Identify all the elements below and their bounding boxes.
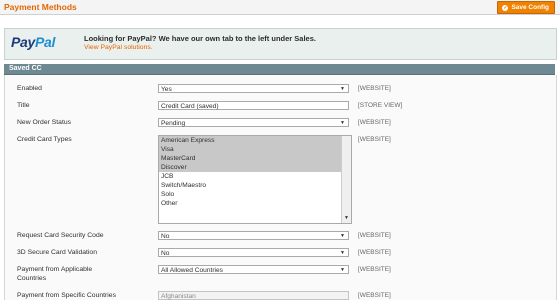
cc-type-option[interactable]: American Express: [159, 136, 342, 145]
cc-type-option[interactable]: Discover: [159, 163, 342, 172]
scroll-down-arrow-icon[interactable]: ▼: [343, 215, 350, 222]
cc-type-option[interactable]: MasterCard: [159, 154, 342, 163]
security-code-scope: [WEBSITE]: [358, 232, 391, 239]
applicable-countries-select[interactable]: All Allowed Countries: [158, 265, 349, 275]
title-input[interactable]: Credit Card (saved): [158, 101, 349, 110]
order-status-select[interactable]: Pending: [158, 118, 349, 128]
paypal-message: Looking for PayPal? We have our own tab …: [84, 34, 316, 43]
enabled-select[interactable]: Yes: [158, 84, 349, 94]
title-scope: [STORE VIEW]: [358, 102, 403, 109]
paypal-solutions-link[interactable]: View PayPal solutions.: [84, 44, 153, 51]
secure-3d-scope: [WEBSITE]: [358, 249, 391, 256]
specific-countries-multiselect[interactable]: Afghanistan: [158, 291, 349, 300]
paypal-logo: PayPal: [11, 34, 56, 50]
cc-type-option[interactable]: Switch/Maestro: [159, 181, 342, 190]
cc-type-option[interactable]: Other: [159, 199, 342, 208]
enabled-label: Enabled: [17, 85, 42, 92]
cc-types-multiselect[interactable]: American Express Visa MasterCard Discove…: [158, 135, 352, 224]
applicable-countries-scope: [WEBSITE]: [358, 266, 391, 273]
page-header: Payment Methods ✓ Save Config: [0, 0, 560, 15]
save-check-icon: ✓: [502, 4, 509, 11]
order-status-scope: [WEBSITE]: [358, 119, 391, 126]
paypal-notice: PayPal Looking for PayPal? We have our o…: [4, 28, 557, 60]
saved-cc-section-header[interactable]: Saved CC: [4, 64, 555, 75]
title-label: Title: [17, 102, 30, 109]
cc-type-option[interactable]: Solo: [159, 190, 342, 199]
cc-types-label: Credit Card Types: [17, 136, 72, 143]
secure-3d-select[interactable]: No: [158, 248, 349, 258]
page-title: Payment Methods: [4, 2, 77, 12]
cc-types-scope: [WEBSITE]: [358, 136, 391, 143]
order-status-label: New Order Status: [17, 119, 72, 126]
save-config-button[interactable]: ✓ Save Config: [497, 1, 555, 14]
section-title: Saved CC: [9, 65, 42, 72]
applicable-countries-label: Payment from Applicable Countries: [17, 266, 93, 282]
save-config-label: Save Config: [511, 4, 549, 11]
multiselect-scrollbar[interactable]: ▼: [341, 136, 351, 223]
secure-3d-label: 3D Secure Card Validation: [17, 249, 97, 256]
specific-countries-label: Payment from Specific Countries: [17, 292, 116, 299]
security-code-select[interactable]: No: [158, 231, 349, 241]
security-code-label: Request Card Security Code: [17, 232, 104, 239]
enabled-scope: [WEBSITE]: [358, 85, 391, 92]
specific-countries-scope: [WEBSITE]: [358, 292, 391, 299]
cc-type-option[interactable]: Visa: [159, 145, 342, 154]
cc-type-option[interactable]: JCB: [159, 172, 342, 181]
